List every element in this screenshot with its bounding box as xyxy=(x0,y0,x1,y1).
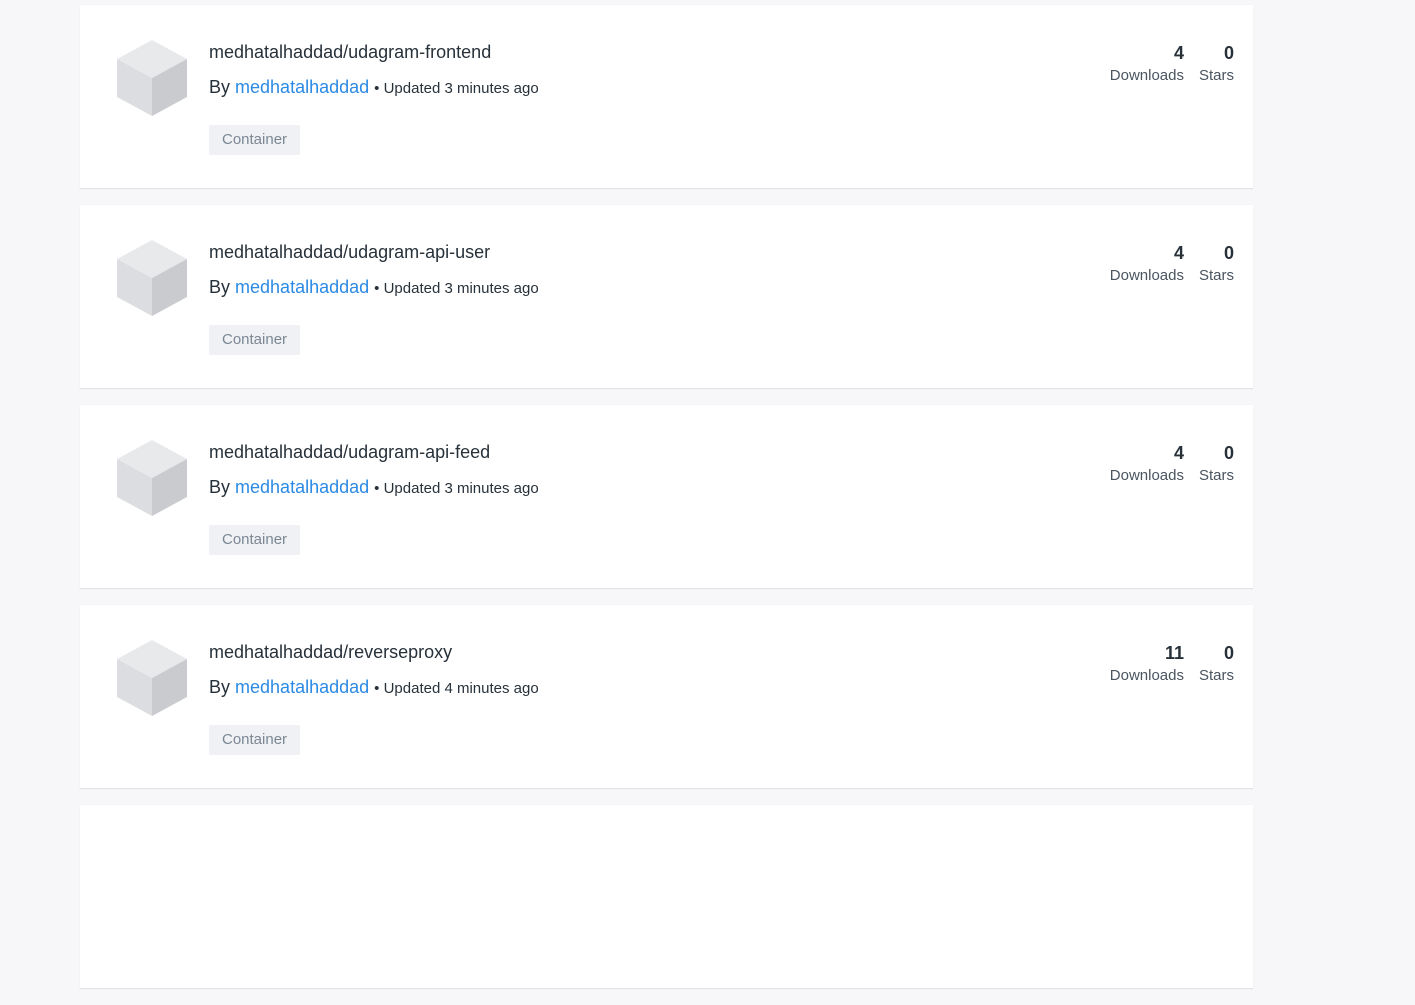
updated-time: • Updated 3 minutes ago xyxy=(374,280,539,297)
stars-stat: 0 Stars xyxy=(1199,42,1234,88)
downloads-stat: 4 Downloads xyxy=(1110,42,1184,88)
container-badge: Container xyxy=(209,725,301,755)
downloads-stat: 4 Downloads xyxy=(1110,242,1184,288)
repository-card[interactable]: medhatalhaddad/reverseproxy By medhatalh… xyxy=(80,605,1253,789)
repository-card[interactable]: medhatalhaddad/udagram-api-feed By medha… xyxy=(80,405,1253,589)
container-cube-icon xyxy=(117,440,187,516)
repository-byline: By medhatalhaddad • Updated 3 minutes ag… xyxy=(209,77,539,98)
updated-time: • Updated 4 minutes ago xyxy=(374,680,539,697)
stars-label: Stars xyxy=(1198,67,1234,84)
container-badge: Container xyxy=(209,325,301,355)
repository-title-link[interactable]: medhatalhaddad/udagram-api-user xyxy=(209,242,490,263)
stars-stat: 0 Stars xyxy=(1199,642,1234,688)
author-link[interactable]: medhatalhaddad xyxy=(235,677,369,697)
downloads-count: 11 xyxy=(1164,643,1184,663)
repository-card-partial[interactable] xyxy=(80,805,1253,989)
downloads-label: Downloads xyxy=(1109,267,1184,284)
container-cube-icon xyxy=(117,40,187,116)
repository-title-link[interactable]: medhatalhaddad/reverseproxy xyxy=(209,642,452,663)
repository-title-link[interactable]: medhatalhaddad/udagram-frontend xyxy=(209,42,491,63)
downloads-count: 4 xyxy=(1173,43,1184,63)
downloads-stat: 4 Downloads xyxy=(1110,442,1184,488)
repository-byline: By medhatalhaddad • Updated 4 minutes ag… xyxy=(209,677,539,698)
repository-card[interactable]: medhatalhaddad/udagram-frontend By medha… xyxy=(80,5,1253,189)
repository-byline: By medhatalhaddad • Updated 3 minutes ag… xyxy=(209,277,539,298)
stars-label: Stars xyxy=(1198,467,1234,484)
repository-list-next xyxy=(80,805,1253,1005)
by-label: By xyxy=(209,477,231,497)
downloads-count: 4 xyxy=(1173,443,1184,463)
repository-title-link[interactable]: medhatalhaddad/udagram-api-feed xyxy=(209,442,490,463)
downloads-label: Downloads xyxy=(1109,667,1184,684)
stars-label: Stars xyxy=(1198,267,1234,284)
author-link[interactable]: medhatalhaddad xyxy=(235,477,369,497)
container-cube-icon xyxy=(117,240,187,316)
repository-stats: 4 Downloads 0 Stars xyxy=(1110,42,1234,88)
stars-count: 0 xyxy=(1223,243,1234,263)
repository-stats: 4 Downloads 0 Stars xyxy=(1110,442,1234,488)
repository-list: medhatalhaddad/udagram-frontend By medha… xyxy=(80,5,1253,805)
by-label: By xyxy=(209,77,231,97)
downloads-label: Downloads xyxy=(1109,67,1184,84)
repository-stats: 11 Downloads 0 Stars xyxy=(1110,642,1234,688)
stars-count: 0 xyxy=(1223,43,1234,63)
downloads-count: 4 xyxy=(1173,243,1184,263)
container-cube-icon xyxy=(117,640,187,716)
container-badge: Container xyxy=(209,525,301,555)
updated-time: • Updated 3 minutes ago xyxy=(374,480,539,497)
container-badge: Container xyxy=(209,125,301,155)
downloads-stat: 11 Downloads xyxy=(1110,642,1184,688)
stars-stat: 0 Stars xyxy=(1199,442,1234,488)
by-label: By xyxy=(209,277,231,297)
author-link[interactable]: medhatalhaddad xyxy=(235,277,369,297)
stars-stat: 0 Stars xyxy=(1199,242,1234,288)
stars-label: Stars xyxy=(1198,667,1234,684)
author-link[interactable]: medhatalhaddad xyxy=(235,77,369,97)
stars-count: 0 xyxy=(1223,643,1234,663)
repository-stats: 4 Downloads 0 Stars xyxy=(1110,242,1234,288)
downloads-label: Downloads xyxy=(1109,467,1184,484)
updated-time: • Updated 3 minutes ago xyxy=(374,80,539,97)
stars-count: 0 xyxy=(1223,443,1234,463)
by-label: By xyxy=(209,677,231,697)
repository-byline: By medhatalhaddad • Updated 3 minutes ag… xyxy=(209,477,539,498)
repository-card[interactable]: medhatalhaddad/udagram-api-user By medha… xyxy=(80,205,1253,389)
